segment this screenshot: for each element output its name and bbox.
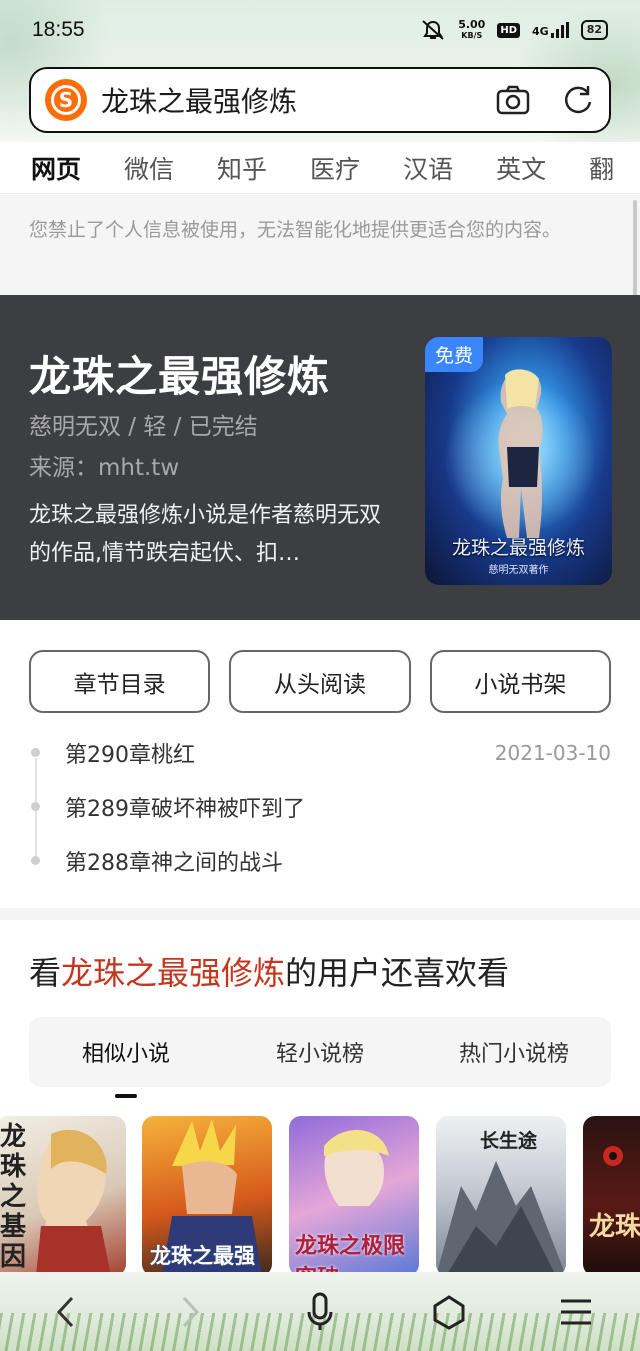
book-actions: 章节目录 从头阅读 小说书架 <box>29 650 611 713</box>
back-button[interactable] <box>44 1290 88 1334</box>
chapter-item[interactable]: 第289章破坏神被吓到了 <box>29 780 611 834</box>
home-button[interactable] <box>427 1290 471 1334</box>
back-arrow-icon <box>56 1296 74 1328</box>
tab-medical[interactable]: 医疗 <box>310 150 360 186</box>
section-divider <box>0 908 640 920</box>
chapter-title[interactable]: 第289章破坏神被吓到了 <box>65 791 305 823</box>
cover-1-title: 龙珠之基因 <box>0 1122 27 1272</box>
net-speed-unit: KB/S <box>461 31 483 40</box>
browser-page: { "status_bar": { "time": "18:55", "net_… <box>0 0 640 1351</box>
status-icons: 5.00 KB/S HD 4G 82 <box>420 19 608 41</box>
cover-4-title: 长生途 <box>480 1130 538 1152</box>
menu-icon <box>561 1299 591 1325</box>
chapter-item[interactable]: 第288章神之间的战斗 <box>29 834 611 888</box>
recommend-cover-1[interactable]: 龙珠之基因 <box>0 1116 126 1276</box>
recommend-tabs: 相似小说 轻小说榜 热门小说榜 <box>29 1017 611 1098</box>
cover-title: 龙珠之最强修炼 <box>451 537 585 559</box>
timeline-dot <box>31 748 40 757</box>
free-badge: 免费 <box>425 337 484 372</box>
tab-weixin[interactable]: 微信 <box>124 150 174 186</box>
book-cover[interactable]: 龙珠之最强修炼 慈明无双著作 免费 <box>425 337 612 585</box>
recommend-heading: 看龙珠之最强修炼的用户还喜欢看 <box>29 948 509 994</box>
recommend-prefix: 看 <box>29 954 62 992</box>
mute-bell-icon <box>422 20 444 40</box>
tab-english[interactable]: 英文 <box>496 150 546 186</box>
recommend-covers: 龙珠之基因 龙珠之最强修仙者 龙珠之极限突破 长生途 <box>0 1116 640 1276</box>
voice-search-button[interactable] <box>298 1290 342 1334</box>
cover-3-title: 龙珠之极限突破 <box>295 1233 406 1276</box>
tab-hot-novel-rank[interactable]: 热门小说榜 <box>417 1036 611 1068</box>
search-bar[interactable]: S 龙珠之最强修炼 <box>29 67 611 133</box>
book-card[interactable]: 龙珠之最强修炼 慈明无双 / 轻 / 已完结 来源：mht.tw 龙珠之最强修炼… <box>0 295 640 620</box>
net-speed-value: 5.00 <box>458 18 486 31</box>
timeline-dot <box>31 802 40 811</box>
latest-chapters: 第290章桃红 2021-03-10 第289章破坏神被吓到了 第288章神之间… <box>29 726 611 888</box>
timeline-dot <box>31 856 40 865</box>
tab-similar-novels[interactable]: 相似小说 <box>29 1036 223 1098</box>
tab-zhihu[interactable]: 知乎 <box>217 150 267 186</box>
tab-light-novel-rank[interactable]: 轻小说榜 <box>223 1036 417 1068</box>
net-speed: 5.00 KB/S <box>458 19 485 41</box>
chapter-date: 2021-03-10 <box>494 741 611 765</box>
menu-button[interactable] <box>554 1290 598 1334</box>
home-hexagon-icon <box>433 1295 465 1330</box>
cover-5-title: 龙珠最强 <box>589 1212 640 1242</box>
bookshelf-button[interactable]: 小说书架 <box>429 650 611 713</box>
chapter-title[interactable]: 第288章神之间的战斗 <box>65 845 283 877</box>
status-bar: 18:55 5.00 KB/S HD 4G 82 <box>0 0 640 60</box>
camera-icon[interactable] <box>495 82 531 118</box>
cover-5-art <box>603 1146 623 1166</box>
book-description: 龙珠之最强修炼小说是作者慈明无双的作品,情节跌宕起伏、扣… <box>29 503 382 566</box>
cover-character-art <box>498 369 543 538</box>
hd-badge: HD <box>497 22 520 38</box>
recommend-highlight[interactable]: 龙珠之最强修炼 <box>61 954 285 992</box>
forward-button[interactable] <box>168 1290 212 1334</box>
forward-arrow-icon <box>182 1296 200 1328</box>
tab-translate[interactable]: 翻 <box>589 150 614 186</box>
read-from-start-button[interactable]: 从头阅读 <box>229 650 411 713</box>
signal-icon: 4G <box>532 22 569 38</box>
book-title[interactable]: 龙珠之最强修炼 <box>29 343 330 404</box>
refresh-icon[interactable] <box>561 83 595 117</box>
microphone-icon <box>307 1292 333 1330</box>
recommend-cover-3[interactable]: 龙珠之极限突破 <box>289 1116 419 1276</box>
tab-web[interactable]: 网页 <box>31 150 81 186</box>
tab-chinese[interactable]: 汉语 <box>403 150 453 186</box>
logo-letter: S <box>51 85 81 115</box>
chapter-list-button[interactable]: 章节目录 <box>29 650 211 713</box>
recommend-cover-5[interactable]: 龙珠最强 <box>583 1116 640 1276</box>
privacy-notice: 您禁止了个人信息被使用，无法智能化地提供更适合您的内容。 <box>0 195 640 295</box>
recommend-cover-2[interactable]: 龙珠之最强修仙者 <box>142 1116 272 1276</box>
book-source: 来源：mht.tw <box>29 455 180 481</box>
recommend-suffix: 的用户还喜欢看 <box>285 954 510 992</box>
chapter-title[interactable]: 第290章桃红 <box>65 737 195 769</box>
status-time: 18:55 <box>32 18 85 41</box>
book-meta: 慈明无双 / 轻 / 已完结 <box>29 414 258 440</box>
search-input[interactable]: 龙珠之最强修炼 <box>101 80 495 120</box>
sogou-logo-icon: S <box>45 79 87 121</box>
cover-2-title: 龙珠之最强修仙者 <box>150 1243 255 1276</box>
network-type: 4G <box>532 25 549 38</box>
battery-icon: 82 <box>580 20 608 40</box>
chapter-item[interactable]: 第290章桃红 2021-03-10 <box>29 726 611 780</box>
recommend-cover-4[interactable]: 长生途 <box>436 1116 566 1276</box>
search-category-tabs: 网页 微信 知乎 医疗 汉语 英文 翻 <box>0 142 640 194</box>
cover-author: 慈明无双著作 <box>488 565 549 576</box>
